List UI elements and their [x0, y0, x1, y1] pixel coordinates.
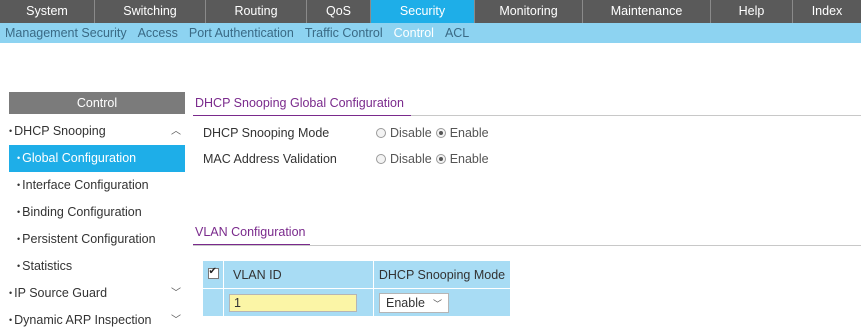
- tab-switching[interactable]: Switching: [95, 0, 206, 23]
- mode-cell: Enable ﹀: [373, 288, 511, 317]
- mac-address-validation-disable-radio[interactable]: [376, 154, 386, 164]
- bullet-icon: •: [9, 288, 13, 298]
- sidebar-item-label: Statistics: [22, 259, 73, 273]
- bullet-icon: •: [17, 180, 21, 190]
- sidebar-item-label: Binding Configuration: [22, 205, 142, 219]
- dhcp-snooping-mode-label: DHCP Snooping Mode: [203, 126, 330, 140]
- section-title-text: VLAN Configuration: [195, 225, 306, 239]
- sidebar: Control • DHCP Snooping ︿ • Global Configu…: [9, 92, 185, 334]
- dhcp-snooping-mode-select[interactable]: Enable ﹀: [379, 292, 449, 313]
- tab-qos[interactable]: QoS: [307, 0, 371, 23]
- table-header-row: VLAN ID DHCP Snooping Mode: [202, 260, 511, 289]
- chevron-down-icon[interactable]: ﹀: [171, 280, 181, 307]
- vlan-table: VLAN ID DHCP Snooping Mode 1 Enable ﹀: [202, 260, 511, 317]
- chevron-down-icon: ﹀: [432, 298, 442, 309]
- sidebar-item-binding-configuration[interactable]: • Binding Configuration: [9, 199, 185, 226]
- dhcp-snooping-mode-disable-radio[interactable]: [376, 128, 386, 138]
- vlan-id-cell: 1: [223, 288, 374, 317]
- sidebar-item-label: Persistent Configuration: [22, 232, 156, 246]
- global-config-section-title: DHCP Snooping Global Configuration: [193, 92, 861, 116]
- tab-routing[interactable]: Routing: [206, 0, 307, 23]
- sidebar-item-interface-configuration[interactable]: • Interface Configuration: [9, 172, 185, 199]
- subnav-traffic-control[interactable]: Traffic Control: [305, 26, 383, 40]
- bullet-icon: •: [9, 126, 13, 136]
- chevron-down-icon[interactable]: ﹀: [171, 307, 181, 334]
- sidebar-item-label: Interface Configuration: [22, 178, 149, 192]
- tab-monitoring[interactable]: Monitoring: [475, 0, 583, 23]
- sub-navigation: Management Security Access Port Authenti…: [0, 23, 861, 43]
- header-vlan-id: VLAN ID: [223, 260, 374, 289]
- tab-security[interactable]: Security: [371, 0, 475, 23]
- subnav-management-security[interactable]: Management Security: [5, 26, 127, 40]
- bullet-icon: •: [17, 153, 21, 163]
- header-checkbox-cell: [202, 260, 224, 289]
- vlan-id-input[interactable]: 1: [229, 293, 357, 312]
- sidebar-header: Control: [9, 92, 185, 114]
- vlan-config-section-title: VLAN Configuration: [193, 221, 861, 245]
- radio-label-disable: Disable: [390, 126, 432, 140]
- header-dhcp-snooping-mode: DHCP Snooping Mode: [373, 260, 511, 289]
- tab-help[interactable]: Help: [711, 0, 793, 23]
- subnav-access[interactable]: Access: [138, 26, 178, 40]
- tab-system[interactable]: System: [0, 0, 95, 23]
- sidebar-item-dynamic-arp-inspection[interactable]: • Dynamic ARP Inspection ﹀: [9, 307, 185, 334]
- bullet-icon: •: [17, 261, 21, 271]
- sidebar-item-persistent-configuration[interactable]: • Persistent Configuration: [9, 226, 185, 253]
- mac-address-validation-label: MAC Address Validation: [203, 152, 337, 166]
- tab-index[interactable]: Index: [793, 0, 861, 23]
- section-title-text: DHCP Snooping Global Configuration: [195, 96, 404, 110]
- select-all-checkbox[interactable]: [207, 266, 219, 279]
- bullet-icon: •: [17, 207, 21, 217]
- radio-label-enable: Enable: [449, 152, 489, 166]
- sidebar-item-statistics[interactable]: • Statistics: [9, 253, 185, 280]
- sidebar-item-label: DHCP Snooping: [14, 124, 106, 138]
- subnav-port-authentication[interactable]: Port Authentication: [189, 26, 294, 40]
- subnav-acl[interactable]: ACL: [445, 26, 469, 40]
- table-row: 1 Enable ﹀: [202, 288, 511, 317]
- radio-label-disable: Disable: [390, 152, 432, 166]
- radio-label-enable: Enable: [449, 126, 489, 140]
- sidebar-item-ip-source-guard[interactable]: • IP Source Guard ﹀: [9, 280, 185, 307]
- tab-maintenance[interactable]: Maintenance: [583, 0, 711, 23]
- subnav-control[interactable]: Control: [394, 26, 434, 40]
- sidebar-item-label: Dynamic ARP Inspection: [14, 313, 152, 327]
- sidebar-item-global-configuration[interactable]: • Global Configuration: [9, 145, 185, 172]
- main-content: DHCP Snooping Global Configuration DHCP …: [193, 92, 861, 317]
- bullet-icon: •: [9, 315, 13, 325]
- row-checkbox-cell: [202, 288, 224, 317]
- chevron-up-icon[interactable]: ︿: [171, 118, 181, 145]
- dhcp-snooping-mode-enable-radio[interactable]: [435, 128, 446, 138]
- top-navigation: System Switching Routing QoS Security Mo…: [0, 0, 861, 23]
- sidebar-item-label: IP Source Guard: [14, 286, 108, 300]
- mac-address-validation-enable-radio[interactable]: [435, 154, 446, 164]
- dhcp-snooping-mode-row: DHCP Snooping Mode Disable Enable: [193, 120, 861, 146]
- section-divider: [193, 245, 861, 246]
- mac-address-validation-row: MAC Address Validation Disable Enable: [193, 146, 861, 172]
- sidebar-item-dhcp-snooping[interactable]: • DHCP Snooping ︿: [9, 118, 185, 145]
- section-underline: [193, 115, 411, 116]
- dhcp-snooping-mode-radio-group: Disable Enable: [376, 120, 493, 146]
- select-value: Enable: [386, 295, 425, 310]
- bullet-icon: •: [17, 234, 21, 244]
- mac-address-validation-radio-group: Disable Enable: [376, 146, 493, 172]
- sidebar-item-label: Global Configuration: [22, 151, 137, 165]
